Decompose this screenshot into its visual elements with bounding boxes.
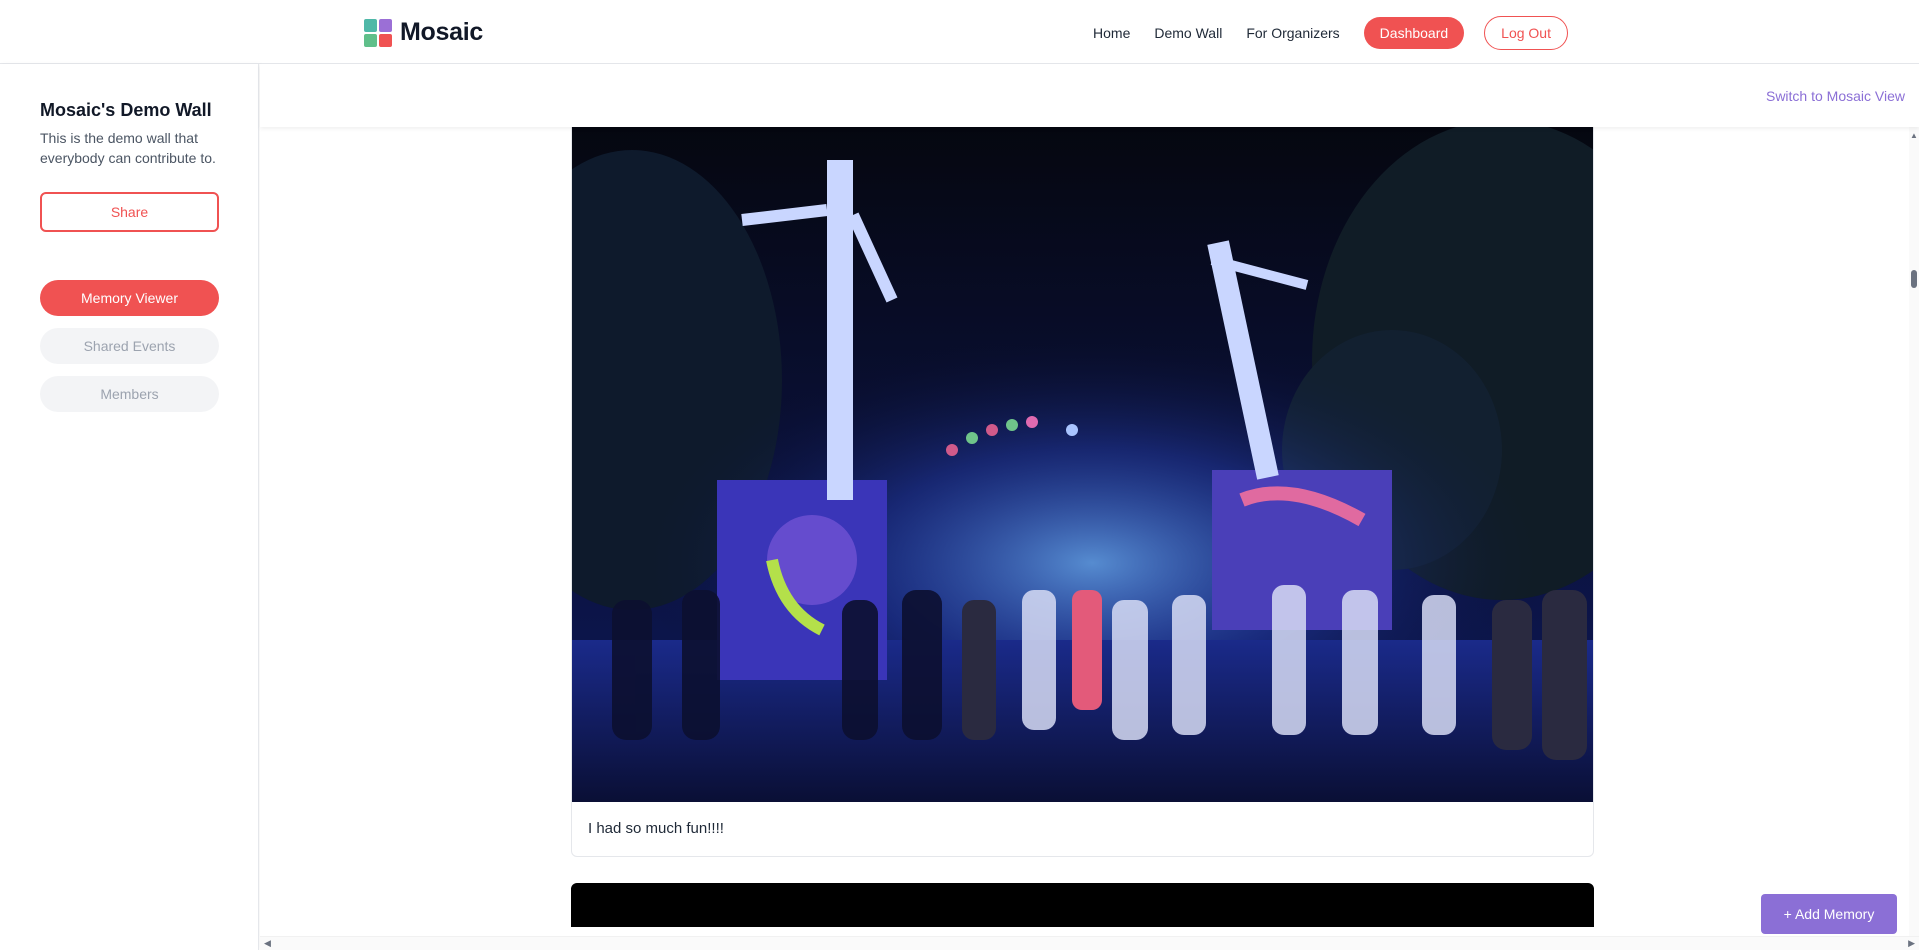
main-content: Switch to Mosaic View I had so much fun!… [260,64,1919,950]
sidebar: Mosaic's Demo Wall This is the demo wall… [0,64,259,950]
main-header: Switch to Mosaic View [260,64,1919,127]
night-parade-photo [572,127,1593,802]
memory-caption: I had so much fun!!!! [588,820,724,837]
wall-title: Mosaic's Demo Wall [40,100,212,120]
main-nav: Home Demo Wall For Organizers Dashboard … [1093,16,1568,50]
scroll-right-arrow-icon[interactable]: ▶ [1908,938,1915,949]
brand[interactable]: Mosaic [364,18,483,47]
scroll-up-arrow-icon[interactable]: ▲ [1910,131,1918,140]
nav-home-link[interactable]: Home [1093,25,1130,41]
wall-description: This is the demo wall that everybody can… [40,130,216,166]
memory-feed[interactable]: I had so much fun!!!! [260,127,1909,927]
logout-button[interactable]: Log Out [1484,16,1568,50]
tab-memory-viewer[interactable]: Memory Viewer [40,280,219,316]
nav-demo-wall-link[interactable]: Demo Wall [1154,25,1222,41]
scroll-left-arrow-icon[interactable]: ◀ [264,938,271,949]
brand-name: Mosaic [400,18,483,46]
mosaic-logo-icon [364,18,392,47]
switch-to-mosaic-view-link[interactable]: Switch to Mosaic View [1766,88,1905,104]
add-memory-button[interactable]: + Add Memory [1761,894,1897,934]
scroll-thumb[interactable] [1911,270,1917,288]
tab-members[interactable]: Members [40,376,219,412]
share-button[interactable]: Share [40,192,219,232]
memory-photo[interactable] [572,127,1593,802]
dashboard-button[interactable]: Dashboard [1363,17,1465,49]
memory-card-next[interactable] [571,883,1594,927]
horizontal-scrollbar[interactable]: ◀ ▶ [260,936,1919,950]
nav-for-organizers-link[interactable]: For Organizers [1246,25,1339,41]
memory-card: I had so much fun!!!! [571,127,1594,857]
tab-shared-events[interactable]: Shared Events [40,328,219,364]
vertical-scrollbar[interactable]: ▲ ▼ [1909,127,1919,950]
top-navbar: Mosaic Home Demo Wall For Organizers Das… [0,0,1919,64]
